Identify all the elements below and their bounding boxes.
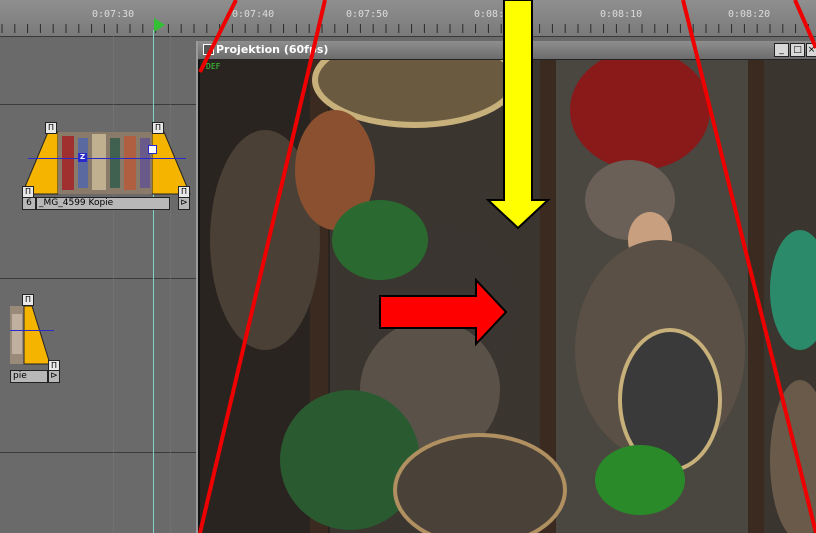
window-menu-icon[interactable] (203, 44, 214, 55)
preview-viewport[interactable]: DEF (200, 60, 816, 533)
timeline-ruler[interactable]: 0:07:30 0:07:40 0:07:50 0:08:00 0:08:10 … (0, 0, 816, 37)
projection-window[interactable]: Projektion (60fps) _ □ × DEF (196, 41, 816, 533)
grid-line (170, 36, 171, 533)
keyframe-line (10, 330, 54, 331)
play-marker-icon[interactable] (154, 18, 165, 32)
clip-name: pie (10, 370, 48, 383)
clip-end-arrow-icon[interactable]: ⊳ (48, 370, 60, 383)
ruler-timecode: 0:08:10 (600, 9, 643, 20)
window-titlebar[interactable]: Projektion (60fps) _ □ × (198, 41, 816, 60)
ruler-timecode: 0:07:50 (346, 9, 389, 20)
ruler-timecode: 0:08:00 (474, 9, 517, 20)
ruler-timecode: 0:07:30 (92, 9, 135, 20)
fade-in-handle[interactable]: П (45, 122, 57, 134)
close-button[interactable]: × (806, 43, 816, 57)
fade-out-handle[interactable]: П (152, 122, 164, 134)
ruler-timecode: 0:07:40 (232, 9, 275, 20)
ruler-ticks (1, 24, 809, 33)
clip-end-arrow-icon[interactable]: ⊳ (178, 197, 190, 210)
keyframe-line (28, 158, 186, 159)
clip-name: _MG_4599 Kopie (36, 197, 170, 210)
fade-out-handle[interactable]: П (22, 294, 34, 306)
window-title: Projektion (60fps) (216, 43, 329, 56)
preview-image (200, 60, 816, 533)
minimize-button[interactable]: _ (774, 43, 789, 57)
clip-fade-shape (22, 131, 191, 195)
playhead-line[interactable] (153, 30, 154, 533)
keyframe-point[interactable] (148, 145, 157, 154)
preview-hud-text: DEF (206, 62, 221, 71)
clip-number: 6 (22, 197, 36, 210)
grid-line (113, 36, 114, 533)
ruler-timecode: 0:08:20 (728, 9, 771, 20)
maximize-button[interactable]: □ (790, 43, 805, 57)
keyframe-point[interactable]: Z (78, 153, 87, 162)
